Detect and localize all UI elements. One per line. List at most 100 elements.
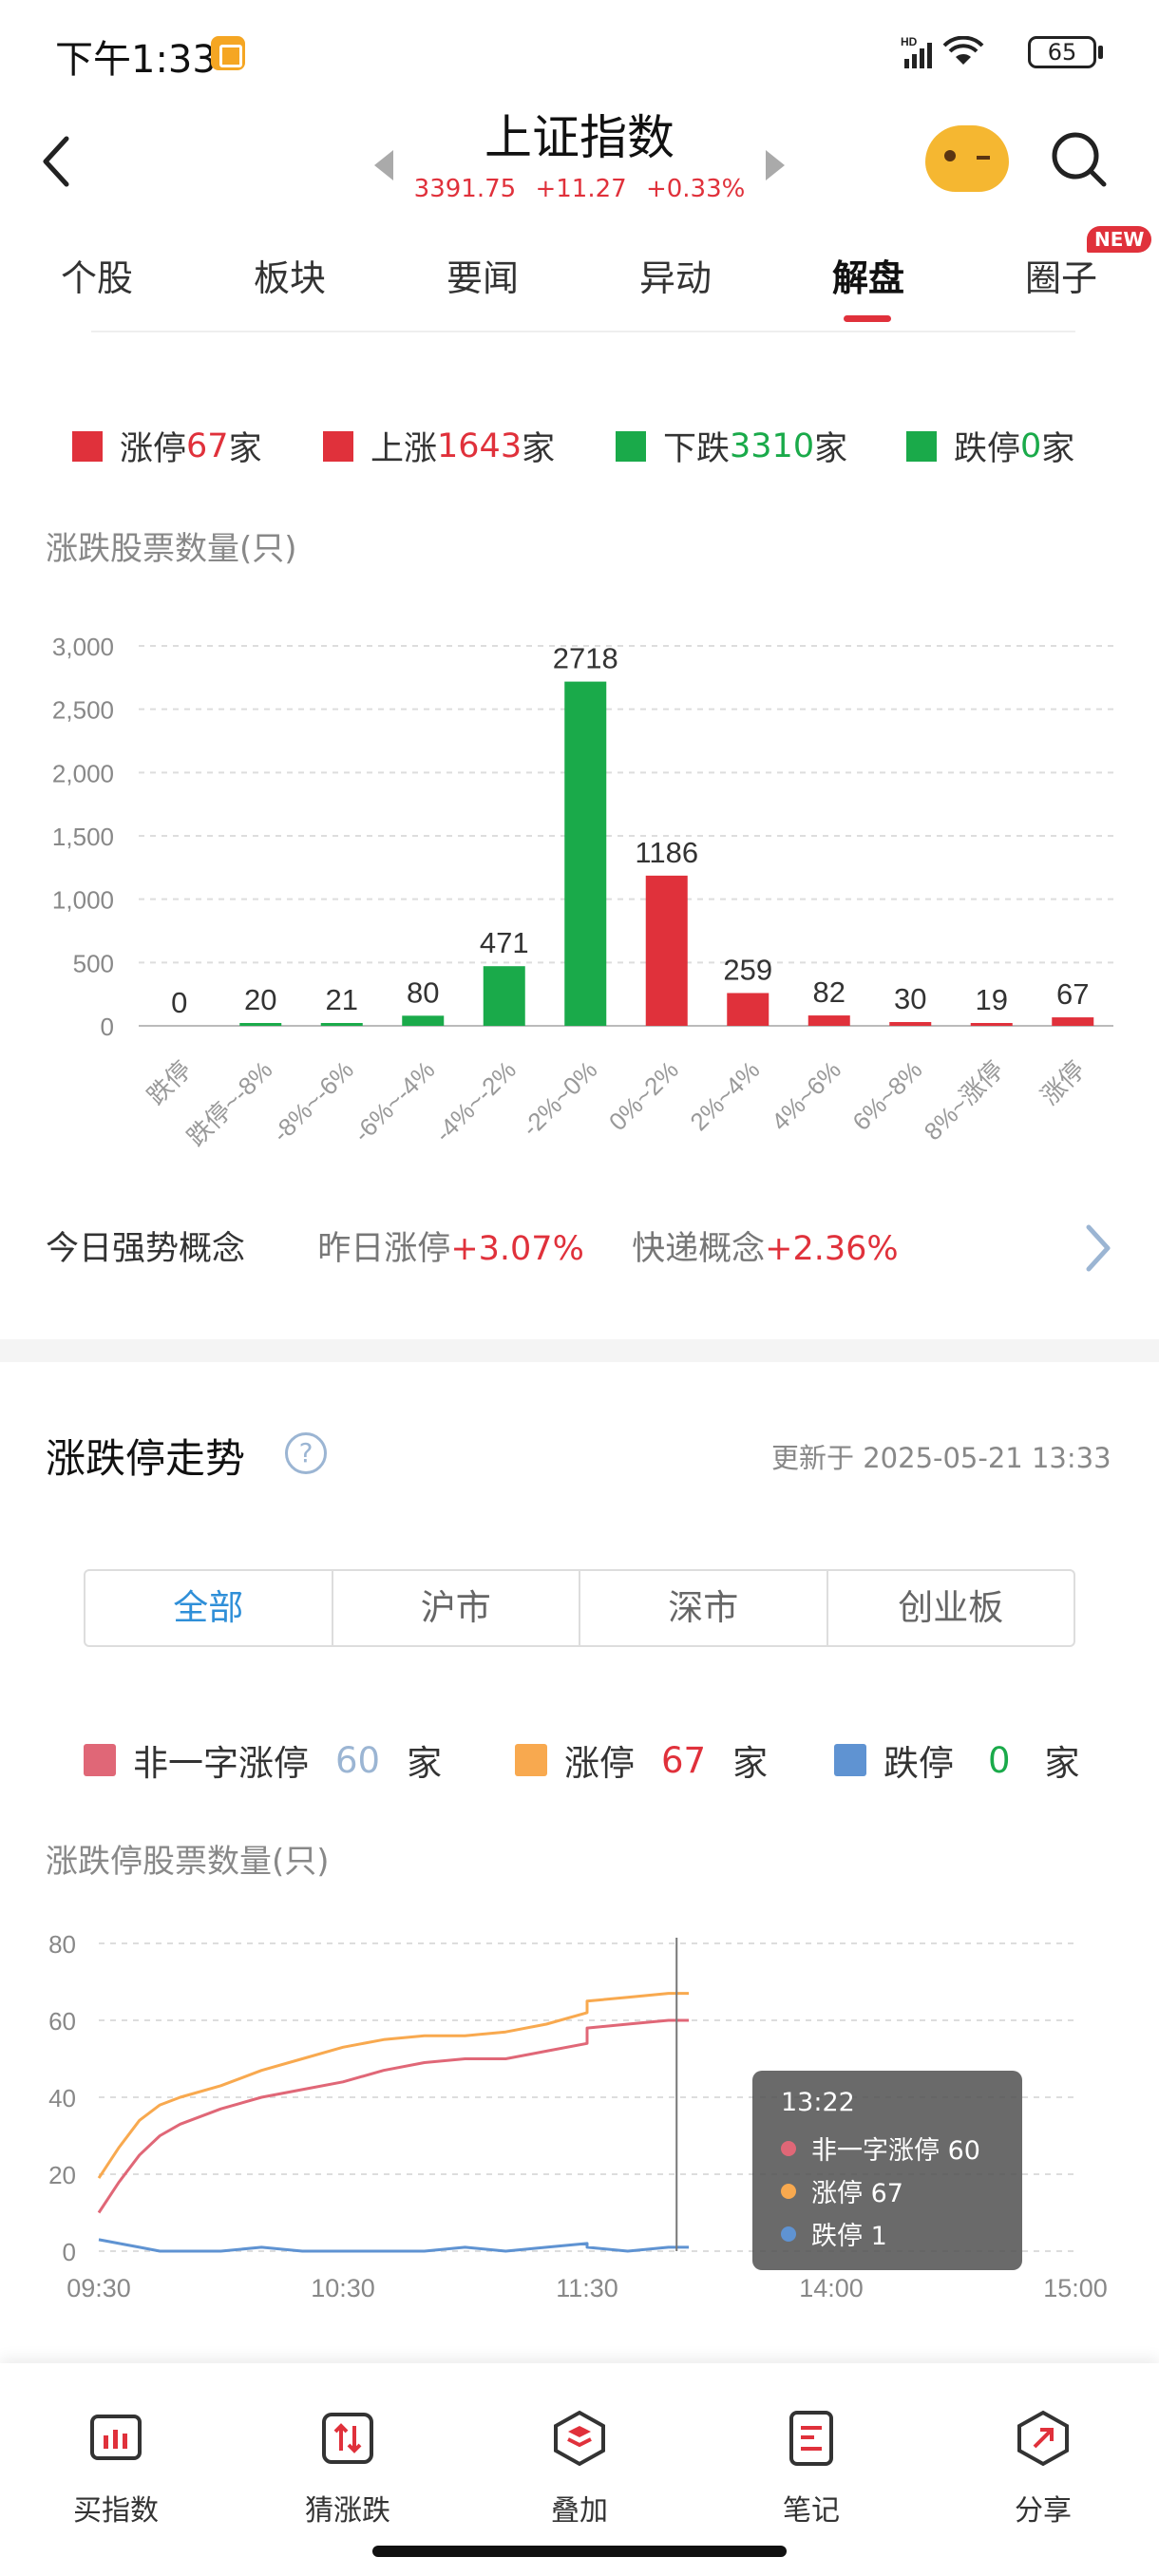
legend-limit-up: 涨停 67 家: [72, 422, 262, 470]
bar: [564, 681, 607, 1026]
nav-overlay[interactable]: 叠加: [504, 2409, 656, 2529]
segment-all[interactable]: 全部: [86, 1571, 333, 1645]
tab-sectors[interactable]: 板块: [223, 249, 356, 301]
tab-movements[interactable]: 异动: [609, 249, 742, 301]
nav-label: 买指数: [73, 2494, 159, 2528]
nav-share[interactable]: 分享: [967, 2409, 1119, 2529]
y-tick-label: 1,500: [52, 823, 114, 851]
index-change: +11.27: [535, 175, 627, 203]
search-icon[interactable]: [1049, 129, 1110, 190]
bar-value-label: 19: [976, 983, 1008, 1016]
nav-notes[interactable]: 笔记: [735, 2409, 887, 2529]
tooltip-time: 13:22: [781, 2088, 855, 2117]
tooltip-row: 涨停 67: [781, 2169, 994, 2212]
bar-value-label: 82: [813, 975, 846, 1009]
legend-unit: 家: [228, 430, 262, 468]
tab-stocks[interactable]: 个股: [30, 249, 163, 301]
segment-shanghai[interactable]: 沪市: [333, 1571, 580, 1645]
legend-label: 涨停: [564, 1743, 635, 1784]
nav-label: 分享: [1015, 2494, 1072, 2528]
tab-news[interactable]: 要闻: [416, 249, 549, 301]
battery-icon: 65: [1028, 36, 1096, 68]
bar: [239, 1023, 282, 1026]
legend-down: 下跌 3310 家: [616, 422, 847, 470]
legend-unit: 家: [522, 430, 556, 468]
legend-label: 跌停: [884, 1743, 954, 1784]
legend-unit: 家: [1041, 430, 1075, 468]
y-tick-label: 40: [48, 2084, 76, 2112]
x-category-label: -8%~-6%: [267, 1055, 359, 1147]
help-icon[interactable]: ?: [285, 1432, 327, 1474]
nav-label: 叠加: [551, 2494, 608, 2528]
bar: [808, 1015, 850, 1026]
tab-circle[interactable]: 圈子: [995, 249, 1128, 301]
bar: [889, 1022, 932, 1026]
x-category-label: 8%~涨停: [919, 1055, 1009, 1146]
notification-icon: [211, 36, 245, 70]
bar-value-label: 0: [171, 986, 187, 1019]
guess-icon: [322, 2413, 373, 2464]
section-title: 涨跌停走势: [46, 1435, 246, 1482]
tab-bar: 个股 板块 要闻 异动 解盘 圈子: [0, 249, 1159, 310]
legend-unit: 家: [407, 1743, 443, 1784]
series-line: [97, 2018, 690, 2214]
legend-swatch: [616, 430, 646, 462]
distribution-bar-chart: 0 500 1,000 1,500 2,000 2,500 3,000 0 跌停 20 跌停~-8%…: [52, 633, 1113, 1151]
svg-text:HD: HD: [901, 36, 918, 48]
nav-label: 猜涨跌: [305, 2494, 390, 2528]
x-tick-label: 15:00: [1043, 2274, 1108, 2302]
legend-unit: 家: [732, 1743, 769, 1784]
x-category-label: 跌停~-8%: [181, 1055, 277, 1151]
concept-value: +2.36%: [765, 1230, 899, 1268]
legend-label: 下跌: [663, 430, 731, 468]
series-line: [97, 1992, 690, 2179]
bar: [727, 993, 770, 1026]
legend-swatch: [84, 1744, 116, 1776]
legend-up: 上涨 1643 家: [323, 422, 555, 470]
legend-label: 上涨: [370, 430, 438, 468]
tooltip-label: 跌停 1: [811, 2222, 887, 2251]
updated-timestamp: 更新于 2025-05-21 13:33: [771, 1442, 1112, 1474]
x-category-label: 6%~8%: [846, 1055, 927, 1136]
bar-value-label: 20: [244, 983, 276, 1016]
legend-count: 0: [1020, 426, 1042, 465]
y-tick-label: 0: [63, 2238, 76, 2266]
bar: [970, 1023, 1013, 1026]
nav-buy-index[interactable]: 买指数: [40, 2409, 192, 2529]
bar-value-label: 30: [894, 982, 926, 1015]
legend-swatch: [906, 430, 937, 462]
y-tick-label: 3,000: [52, 633, 114, 661]
x-tick-label: 14:00: [799, 2274, 864, 2302]
legend-swatch: [72, 430, 103, 462]
bar: [402, 1015, 445, 1026]
home-indicator[interactable]: [372, 2546, 787, 2557]
series-line: [98, 2238, 690, 2253]
x-category-label: 4%~6%: [766, 1055, 846, 1136]
x-tick-label: 09:30: [66, 2274, 131, 2302]
legend-count: 67: [661, 1739, 707, 1781]
legend-swatch: [834, 1744, 866, 1776]
mascot-icon[interactable]: [925, 125, 1009, 192]
chevron-right-icon[interactable]: [1081, 1222, 1115, 1275]
bar-value-label: 80: [407, 975, 439, 1009]
tooltip-label: 非一字涨停 60: [811, 2136, 980, 2166]
legend-count: 1643: [437, 426, 522, 465]
bar: [645, 875, 688, 1026]
tab-analysis[interactable]: 解盘: [802, 249, 935, 301]
buy-index-icon: [90, 2415, 142, 2460]
concept-name: 昨日涨停: [317, 1230, 451, 1268]
segment-chinext[interactable]: 创业板: [828, 1571, 1074, 1645]
y-tick-label: 2,000: [52, 759, 114, 787]
notes-icon: [789, 2411, 833, 2466]
battery-tip: [1098, 46, 1103, 59]
y-tick-label: 0: [101, 1013, 114, 1041]
nav-guess[interactable]: 猜涨跌: [272, 2409, 424, 2529]
legend-unit: 家: [1044, 1743, 1080, 1784]
tooltip-row: 非一字涨停 60: [781, 2127, 994, 2169]
segment-shenzhen[interactable]: 深市: [580, 1571, 828, 1645]
section-separator: [0, 1339, 1159, 1362]
concept-row[interactable]: 今日强势概念 昨日涨停+3.07% 快递概念+2.36%: [46, 1222, 899, 1270]
y-tick-label: 2,500: [52, 696, 114, 725]
market-segmented-control: 全部 沪市 深市 创业板: [84, 1569, 1075, 1647]
overlay-icon: [554, 2410, 605, 2467]
